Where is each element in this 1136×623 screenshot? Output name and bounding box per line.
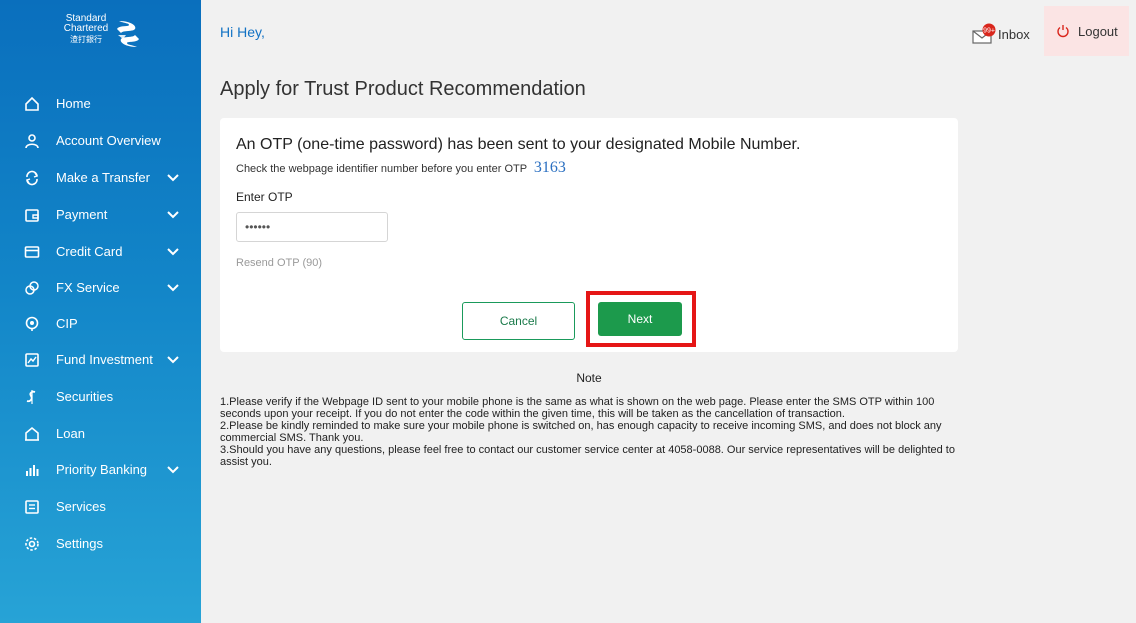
sidebar-item-make-a-transfer[interactable]: Make a Transfer [0, 160, 201, 196]
loan-icon [25, 426, 39, 441]
sidebar: Standard Chartered 渣打銀行 Home Account Ove… [0, 0, 201, 623]
sidebar-item-priority-banking[interactable]: Priority Banking [0, 452, 201, 488]
brand-mark-icon [117, 21, 139, 47]
sidebar-item-home[interactable]: Home [0, 86, 201, 122]
note-title: Note [576, 371, 602, 385]
chevron-down-icon [167, 248, 179, 256]
chevron-down-icon [167, 466, 179, 474]
logout-button[interactable]: Logout [1044, 6, 1129, 56]
identifier-text: Check the webpage identifier number befo… [236, 163, 527, 175]
otp-heading: An OTP (one-time password) has been sent… [236, 136, 801, 153]
sidebar-item-payment[interactable]: Payment [0, 197, 201, 233]
note-item: 3.Should you have any questions, please … [220, 444, 955, 468]
power-icon [1057, 25, 1069, 38]
sidebar-item-label: Securities [56, 389, 114, 404]
standard-chartered-logo[interactable]: Standard Chartered 渣打銀行 [56, 14, 146, 64]
identifier-line: Check the webpage identifier number befo… [236, 159, 566, 177]
sidebar-item-account-overview[interactable]: Account Overview [0, 123, 201, 159]
enter-otp-label: Enter OTP [236, 190, 293, 204]
note-body: 1.Please verify if the Webpage ID sent t… [220, 396, 960, 468]
logo-text-line3: 渣打銀行 [70, 35, 102, 44]
services-icon [25, 500, 39, 514]
fx-icon [25, 281, 39, 295]
priority-icon [26, 465, 39, 476]
sidebar-item-label: Loan [56, 426, 85, 441]
page-title: Apply for Trust Product Recommendation [220, 78, 586, 100]
sidebar-item-credit-card[interactable]: Credit Card [0, 234, 201, 270]
identifier-code: 3163 [533, 159, 566, 176]
sidebar-item-settings[interactable]: Settings [0, 526, 201, 562]
sidebar-item-label: Home [56, 96, 91, 111]
transfer-icon [25, 170, 39, 186]
sidebar-item-fund-investment[interactable]: Fund Investment [0, 342, 201, 378]
sidebar-item-securities[interactable]: Securities [0, 379, 201, 415]
inbox-label: Inbox [998, 26, 1030, 42]
chevron-down-icon [167, 356, 179, 364]
sidebar-item-label: Credit Card [56, 244, 123, 259]
cip-icon [25, 316, 39, 331]
logout-label: Logout [1078, 23, 1118, 39]
otp-input[interactable] [236, 212, 388, 242]
sidebar-item-label: Account Overview [56, 133, 161, 148]
note-item: 2.Please be kindly reminded to make sure… [220, 420, 942, 444]
chevron-down-icon [167, 211, 179, 219]
user-icon [25, 134, 39, 149]
sidebar-item-label: Payment [56, 207, 108, 222]
envelope-icon: 99+ [972, 23, 998, 45]
otp-card: An OTP (one-time password) has been sent… [220, 118, 958, 352]
chevron-down-icon [167, 174, 179, 182]
wallet-icon [25, 209, 39, 222]
greeting-text: Hi Hey, [220, 24, 265, 40]
next-button[interactable]: Next [598, 302, 682, 336]
inbox-button[interactable]: 99+ Inbox [972, 16, 1030, 52]
logo-text-line2: Chartered [63, 23, 109, 34]
settings-icon [25, 537, 39, 551]
sidebar-item-loan[interactable]: Loan [0, 416, 201, 452]
resend-otp-link[interactable]: Resend OTP (90) [236, 257, 322, 269]
sidebar-item-label: Services [56, 499, 106, 514]
sidebar-item-label: CIP [56, 316, 78, 331]
chevron-down-icon [167, 284, 179, 292]
securities-icon [26, 390, 36, 404]
sidebar-item-label: Make a Transfer [56, 170, 150, 185]
sidebar-item-cip[interactable]: CIP [0, 306, 201, 342]
sidebar-item-fx-service[interactable]: FX Service [0, 270, 201, 306]
inbox-badge: 99+ [983, 28, 995, 35]
credit-card-icon [24, 246, 40, 258]
cancel-button[interactable]: Cancel [462, 302, 575, 340]
home-icon [25, 96, 39, 111]
note-item: 1.Please verify if the Webpage ID sent t… [220, 396, 935, 420]
sidebar-item-services[interactable]: Services [0, 489, 201, 525]
sidebar-item-label: Fund Investment [56, 352, 153, 367]
chart-icon [25, 353, 39, 367]
sidebar-item-label: FX Service [56, 280, 120, 295]
sidebar-item-label: Priority Banking [56, 462, 148, 477]
sidebar-item-label: Settings [56, 536, 103, 551]
